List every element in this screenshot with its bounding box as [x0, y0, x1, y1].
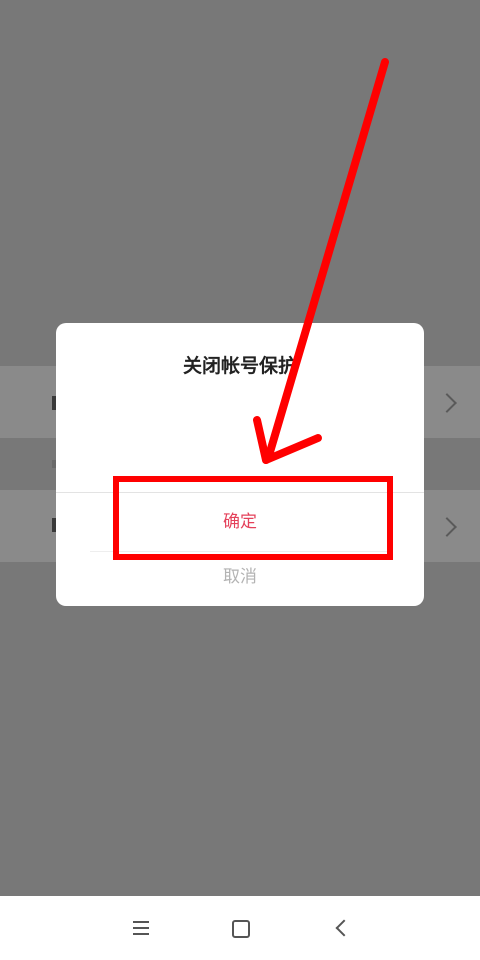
- confirm-button[interactable]: 确定: [56, 493, 424, 551]
- home-icon[interactable]: [224, 912, 256, 944]
- back-icon[interactable]: [326, 912, 358, 944]
- dialog-title: 关闭帐号保护: [182, 355, 297, 377]
- menu-icon-line: [133, 933, 149, 935]
- menu-icon[interactable]: [125, 912, 157, 944]
- cancel-button[interactable]: 取消: [56, 552, 424, 602]
- home-icon-square: [232, 920, 250, 938]
- back-icon-chevron: [335, 919, 353, 937]
- system-nav-bar: [0, 896, 480, 960]
- menu-icon-line: [133, 921, 149, 923]
- menu-icon-line: [133, 927, 149, 929]
- screen: 关闭帐号保护 确定 取消: [0, 0, 480, 960]
- confirm-dialog: 关闭帐号保护 确定 取消: [56, 323, 424, 606]
